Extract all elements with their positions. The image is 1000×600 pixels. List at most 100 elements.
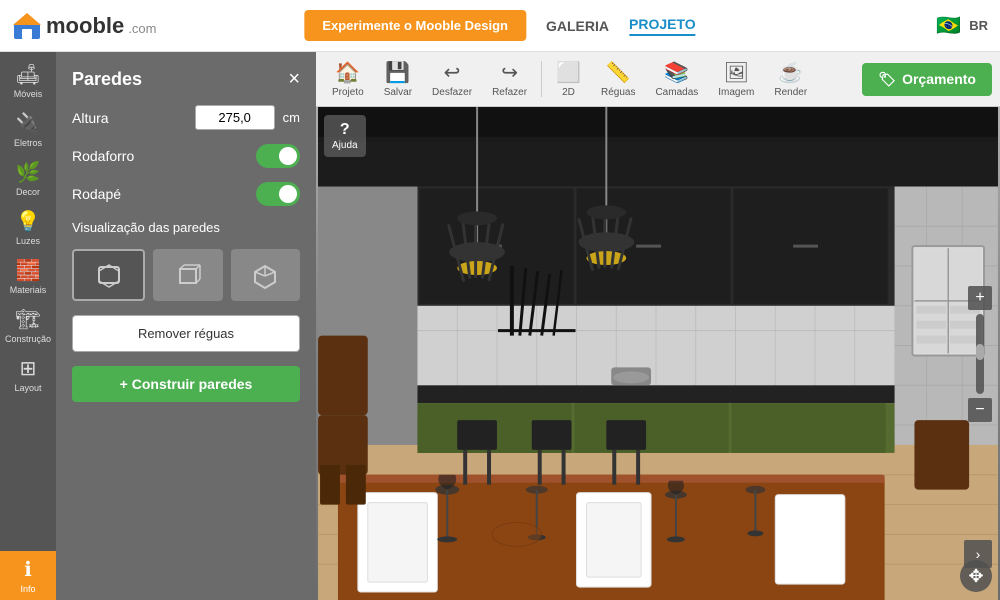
orcamento-tag-icon: 🏷 <box>878 71 896 88</box>
ajuda-icon: ? <box>340 121 350 139</box>
sidebar-item-construcao[interactable]: 🏗 Construção <box>0 301 56 350</box>
logo: mooble .com <box>12 11 156 41</box>
sidebar-eletros-label: Eletros <box>14 138 42 148</box>
view-3d-full-icon <box>95 261 123 289</box>
nav-galeria-link[interactable]: GALERIA <box>546 18 609 34</box>
tool-projeto-label: Projeto <box>332 87 364 98</box>
tool-salvar-label: Salvar <box>384 87 412 98</box>
info-icon: ℹ <box>24 557 32 582</box>
tool-camadas-button[interactable]: 📚 Camadas <box>647 56 706 102</box>
view-box-icon <box>174 261 202 289</box>
sidebar-item-moveis[interactable]: 🛋 Móveis <box>0 56 56 105</box>
tool-projeto-button[interactable]: 🏠 Projeto <box>324 56 372 102</box>
layout-icon: ⊞ <box>20 356 37 381</box>
sidebar-item-decor[interactable]: 🌿 Decor <box>0 154 56 203</box>
altura-unit: cm <box>283 110 300 125</box>
altura-label: Altura <box>72 110 187 126</box>
remover-reguas-button[interactable]: Remover réguas <box>72 315 300 352</box>
sidebar-layout-label: Layout <box>14 383 41 393</box>
view-corner-icon <box>251 261 279 289</box>
rodape-toggle[interactable] <box>256 182 300 206</box>
toolbar: 🏠 Projeto 💾 Salvar ↩ Desfazer ↪ Refazer … <box>316 52 1000 107</box>
altura-input[interactable] <box>195 105 275 130</box>
sidebar: 🛋 Móveis 🔌 Eletros 🌿 Decor 💡 Luzes 🧱 Mat… <box>0 52 56 600</box>
zoom-handle <box>976 344 984 360</box>
logo-suffix: .com <box>128 21 156 36</box>
materiais-icon: 🧱 <box>16 258 41 283</box>
tool-2d-label: 2D <box>562 87 575 98</box>
projeto-icon: 🏠 <box>335 60 360 85</box>
ajuda-button[interactable]: ? Ajuda <box>324 115 366 157</box>
zoom-in-button[interactable]: + <box>968 286 992 310</box>
sidebar-item-luzes[interactable]: 💡 Luzes <box>0 203 56 252</box>
eletros-icon: 🔌 <box>16 111 41 136</box>
panel-title: Paredes <box>72 69 142 90</box>
tool-salvar-button[interactable]: 💾 Salvar <box>376 56 420 102</box>
tool-desfazer-button[interactable]: ↩ Desfazer <box>424 56 480 102</box>
imagem-icon: 🖼 <box>724 60 749 85</box>
salvar-icon: 💾 <box>385 60 410 85</box>
rodape-label: Rodapé <box>72 186 248 202</box>
toolbar-and-viewport: 🏠 Projeto 💾 Salvar ↩ Desfazer ↪ Refazer … <box>316 52 1000 600</box>
logo-text: mooble <box>46 13 124 39</box>
header-right: 🇧🇷 BR <box>936 13 988 38</box>
tool-desfazer-label: Desfazer <box>432 87 472 98</box>
zoom-out-button[interactable]: − <box>968 398 992 422</box>
ajuda-label: Ajuda <box>332 140 358 151</box>
panel-header: Paredes × <box>72 68 300 91</box>
rodaforro-toggle-row: Rodaforro <box>72 144 300 168</box>
move-icon-button[interactable]: ✥ <box>960 560 992 592</box>
construir-paredes-button[interactable]: + Construir paredes <box>72 366 300 402</box>
tool-imagem-button[interactable]: 🖼 Imagem <box>710 56 762 102</box>
try-mooble-button[interactable]: Experimente o Mooble Design <box>304 10 526 41</box>
sidebar-decor-label: Decor <box>16 187 40 197</box>
camadas-icon: 📚 <box>664 60 689 85</box>
moveis-icon: 🛋 <box>15 62 40 87</box>
orcamento-button[interactable]: 🏷 Orçamento <box>862 63 992 96</box>
luzes-icon: 💡 <box>16 209 41 234</box>
paredes-panel: Paredes × Altura cm Rodaforro Rodapé Vis… <box>56 52 316 600</box>
view-corner-button[interactable] <box>231 249 300 301</box>
view-box-button[interactable] <box>153 249 222 301</box>
sidebar-construcao-label: Construção <box>5 334 51 344</box>
sidebar-materiais-label: Materiais <box>10 285 47 295</box>
rodape-toggle-row: Rodapé <box>72 182 300 206</box>
flag-icon: 🇧🇷 <box>936 13 961 38</box>
header-nav: Experimente o Mooble Design GALERIA PROJ… <box>304 10 695 41</box>
sidebar-item-materiais[interactable]: 🧱 Materiais <box>0 252 56 301</box>
construcao-icon: 🏗 <box>15 307 40 332</box>
sidebar-item-info[interactable]: ℹ Info <box>0 551 56 600</box>
vis-section-title: Visualização das paredes <box>72 220 300 235</box>
main-layout: 🛋 Móveis 🔌 Eletros 🌿 Decor 💡 Luzes 🧱 Mat… <box>0 52 1000 600</box>
desfazer-icon: ↩ <box>444 60 461 85</box>
tool-2d-button[interactable]: ⬜ 2D <box>548 56 589 102</box>
zoom-bar[interactable] <box>976 314 984 394</box>
logo-icon <box>12 11 42 41</box>
orcamento-label: Orçamento <box>902 71 976 87</box>
language-label[interactable]: BR <box>969 18 988 33</box>
view-3d-full-button[interactable] <box>72 249 145 301</box>
tool-reguas-label: Réguas <box>601 87 635 98</box>
decor-icon: 🌿 <box>16 160 41 185</box>
altura-field-row: Altura cm <box>72 105 300 130</box>
header: mooble .com Experimente o Mooble Design … <box>0 0 1000 52</box>
rodaforro-toggle[interactable] <box>256 144 300 168</box>
sidebar-moveis-label: Móveis <box>14 89 43 99</box>
2d-icon: ⬜ <box>556 60 581 85</box>
nav-projeto-link[interactable]: PROJETO <box>629 16 696 36</box>
tool-reguas-button[interactable]: 📏 Réguas <box>593 56 643 102</box>
panel-close-button[interactable]: × <box>288 68 300 91</box>
toolbar-separator <box>541 61 542 97</box>
sidebar-item-layout[interactable]: ⊞ Layout <box>0 350 56 399</box>
sidebar-info-label: Info <box>20 584 35 594</box>
tool-render-button[interactable]: ☕ Render <box>766 56 815 102</box>
sidebar-item-eletros[interactable]: 🔌 Eletros <box>0 105 56 154</box>
zoom-controls: + − <box>968 286 992 422</box>
reguas-icon: 📏 <box>606 60 631 85</box>
tool-imagem-label: Imagem <box>718 87 754 98</box>
tool-refazer-button[interactable]: ↪ Refazer <box>484 56 535 102</box>
scene-svg <box>316 107 1000 600</box>
tool-refazer-label: Refazer <box>492 87 527 98</box>
render-icon: ☕ <box>778 60 803 85</box>
3d-viewport[interactable]: ? Ajuda + − › ✥ <box>316 107 1000 600</box>
